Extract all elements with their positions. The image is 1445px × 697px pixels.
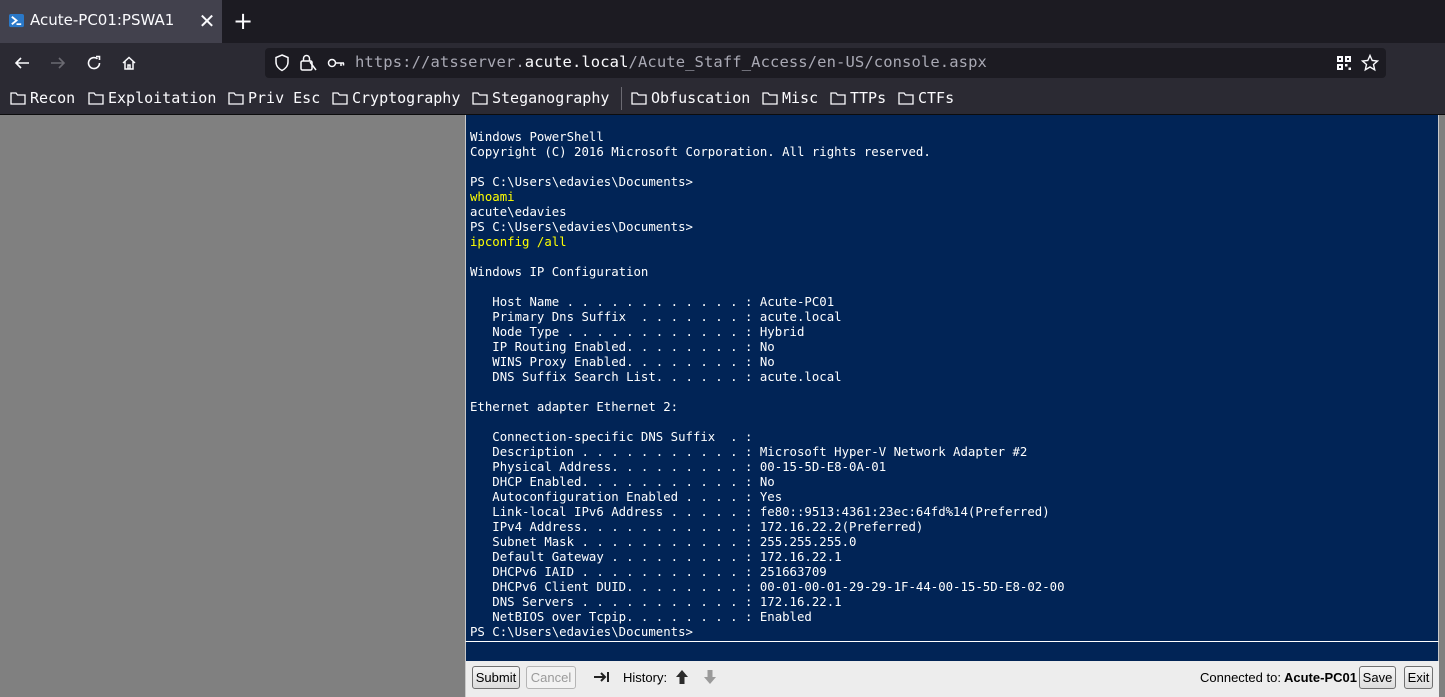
bookmark-label: Recon <box>30 89 76 107</box>
console-output-line: Physical Address. . . . . . . . . : 00-1… <box>470 460 887 474</box>
folder-icon <box>88 92 104 105</box>
console-toolbar: Submit Cancel History: Connected to: Acu… <box>465 661 1439 697</box>
forward-button[interactable] <box>44 49 72 77</box>
tab-title: Acute-PC01:PSWA1 <box>30 11 175 29</box>
shield-icon[interactable] <box>271 52 293 74</box>
reload-icon <box>87 55 101 70</box>
console-output-line: DHCPv6 IAID . . . . . . . . . . . : 2516… <box>470 565 827 579</box>
connected-label: Connected to: <box>1200 670 1281 685</box>
connected-host: Acute-PC01 <box>1284 670 1357 685</box>
url-bar[interactable]: https://atsserver.acute.local/Acute_Staf… <box>265 48 1386 78</box>
console-output-line: Node Type . . . . . . . . . . . . : Hybr… <box>470 325 805 339</box>
console-output-line: DHCP Enabled. . . . . . . . . . . : No <box>470 475 775 489</box>
bookmark-label: CTFs <box>918 89 955 107</box>
bookmark-label: Priv Esc <box>248 89 321 107</box>
console-output: Windows PowerShell Copyright (C) 2016 Mi… <box>470 130 1065 640</box>
console-output-line: DHCPv6 Client DUID. . . . . . . . : 00-0… <box>470 580 1065 594</box>
console-output-panel[interactable]: Windows PowerShell Copyright (C) 2016 Mi… <box>465 115 1439 661</box>
console-output-line: Connection-specific DNS Suffix . : <box>470 430 753 444</box>
console-output-line: PS C:\Users\edavies\Documents> <box>470 625 693 639</box>
close-tab-icon[interactable]: ✕ <box>196 8 218 34</box>
console-output-line: Windows PowerShell <box>470 130 604 144</box>
bookmarks-toolbar: Recon Exploitation Priv Esc Cryptography… <box>0 83 1445 115</box>
console-output-line: Primary Dns Suffix . . . . . . . : acute… <box>470 310 842 324</box>
forward-arrow-icon <box>51 57 66 69</box>
folder-icon <box>228 92 244 105</box>
history-label: History: <box>623 670 668 685</box>
bookmark-folder-steganography[interactable]: Steganography <box>472 88 609 108</box>
folder-icon <box>898 92 914 105</box>
cancel-button[interactable]: Cancel <box>526 666 576 689</box>
console-output-line: Description . . . . . . . . . . . : Micr… <box>470 445 1028 459</box>
bookmark-folder-recon[interactable]: Recon <box>10 88 75 108</box>
navigation-bar: https://atsserver.acute.local/Acute_Staf… <box>0 43 1445 83</box>
tab-complete-icon[interactable] <box>593 668 611 686</box>
bookmark-label: Steganography <box>492 89 610 107</box>
bookmark-label: Cryptography <box>352 89 461 107</box>
bookmark-folder-ctfs[interactable]: CTFs <box>898 88 954 108</box>
home-icon <box>122 56 136 70</box>
console-output-line: Copyright (C) 2016 Microsoft Corporation… <box>470 145 931 159</box>
folder-icon <box>332 92 348 105</box>
url-prefix: https://atsserver. <box>355 53 525 71</box>
save-button[interactable]: Save <box>1359 666 1396 689</box>
bookmark-label: TTPs <box>850 89 887 107</box>
url-path: /Acute_Staff_Access/en-US/console.aspx <box>628 53 987 71</box>
console-output-line: Host Name . . . . . . . . . . . . : Acut… <box>470 295 835 309</box>
history-down-icon[interactable] <box>701 668 719 686</box>
console-output-line: NetBIOS over Tcpip. . . . . . . . : Enab… <box>470 610 812 624</box>
url-host: acute.local <box>524 53 629 71</box>
bookmark-folder-priv-esc[interactable]: Priv Esc <box>228 88 320 108</box>
console-command-line: ipconfig /all <box>470 235 567 249</box>
console-output-line: Default Gateway . . . . . . . . . : 172.… <box>470 550 842 564</box>
console-output-line: IPv4 Address. . . . . . . . . . . : 172.… <box>470 520 924 534</box>
console-output-line: acute\edavies <box>470 205 567 219</box>
exit-button[interactable]: Exit <box>1404 666 1433 689</box>
bookmark-folder-obfuscation[interactable]: Obfuscation <box>631 88 750 108</box>
powershell-favicon-icon <box>9 13 24 28</box>
back-arrow-icon <box>14 57 29 69</box>
console-output-line: DNS Servers . . . . . . . . . . . : 172.… <box>470 595 842 609</box>
console-input-field[interactable] <box>465 641 1439 661</box>
page-content: Windows PowerShell Copyright (C) 2016 Mi… <box>0 115 1445 697</box>
folder-icon <box>472 92 488 105</box>
console-output-line: Autoconfiguration Enabled . . . . : Yes <box>470 490 783 504</box>
reload-button[interactable] <box>80 49 108 77</box>
bookmark-label: Exploitation <box>108 89 217 107</box>
console-output-line: Windows IP Configuration <box>470 265 649 279</box>
key-icon[interactable] <box>325 52 347 74</box>
history-up-icon[interactable] <box>673 668 691 686</box>
console-output-line: Link-local IPv6 Address . . . . . : fe80… <box>470 505 1050 519</box>
bookmark-folder-cryptography[interactable]: Cryptography <box>332 88 460 108</box>
console-output-line: IP Routing Enabled. . . . . . . . : No <box>470 340 775 354</box>
bookmark-folder-misc[interactable]: Misc <box>762 88 818 108</box>
bookmark-folder-ttps[interactable]: TTPs <box>830 88 886 108</box>
folder-icon <box>762 92 778 105</box>
bookmarks-separator <box>621 87 622 110</box>
bookmark-label: Misc <box>782 89 819 107</box>
back-button[interactable] <box>8 49 36 77</box>
bookmark-label: Obfuscation <box>651 89 751 107</box>
console-output-line: PS C:\Users\edavies\Documents> <box>470 175 693 189</box>
console-output-line: Ethernet adapter Ethernet 2: <box>470 400 679 414</box>
browser-tab[interactable]: Acute-PC01:PSWA1 ✕ <box>0 0 222 43</box>
bookmark-folder-exploitation[interactable]: Exploitation <box>88 88 216 108</box>
console-output-line: PS C:\Users\edavies\Documents> <box>470 220 693 234</box>
url-text[interactable]: https://atsserver.acute.local/Acute_Staf… <box>355 53 987 71</box>
console-output-line: DNS Suffix Search List. . . . . . : acut… <box>470 370 842 384</box>
folder-icon <box>10 92 26 105</box>
folder-icon <box>830 92 846 105</box>
qr-code-icon[interactable] <box>1333 52 1355 74</box>
tab-strip: Acute-PC01:PSWA1 ✕ + <box>0 0 1445 43</box>
console-output-line: Subnet Mask . . . . . . . . . . . : 255.… <box>470 535 857 549</box>
console-command-line: whoami <box>470 190 515 204</box>
bookmark-star-icon[interactable] <box>1359 52 1381 74</box>
console-output-line: WINS Proxy Enabled. . . . . . . . : No <box>470 355 775 369</box>
submit-button[interactable]: Submit <box>472 666 520 689</box>
home-button[interactable] <box>115 49 143 77</box>
lock-warning-icon[interactable] <box>297 52 319 74</box>
new-tab-button[interactable]: + <box>230 6 256 36</box>
folder-icon <box>631 92 647 105</box>
